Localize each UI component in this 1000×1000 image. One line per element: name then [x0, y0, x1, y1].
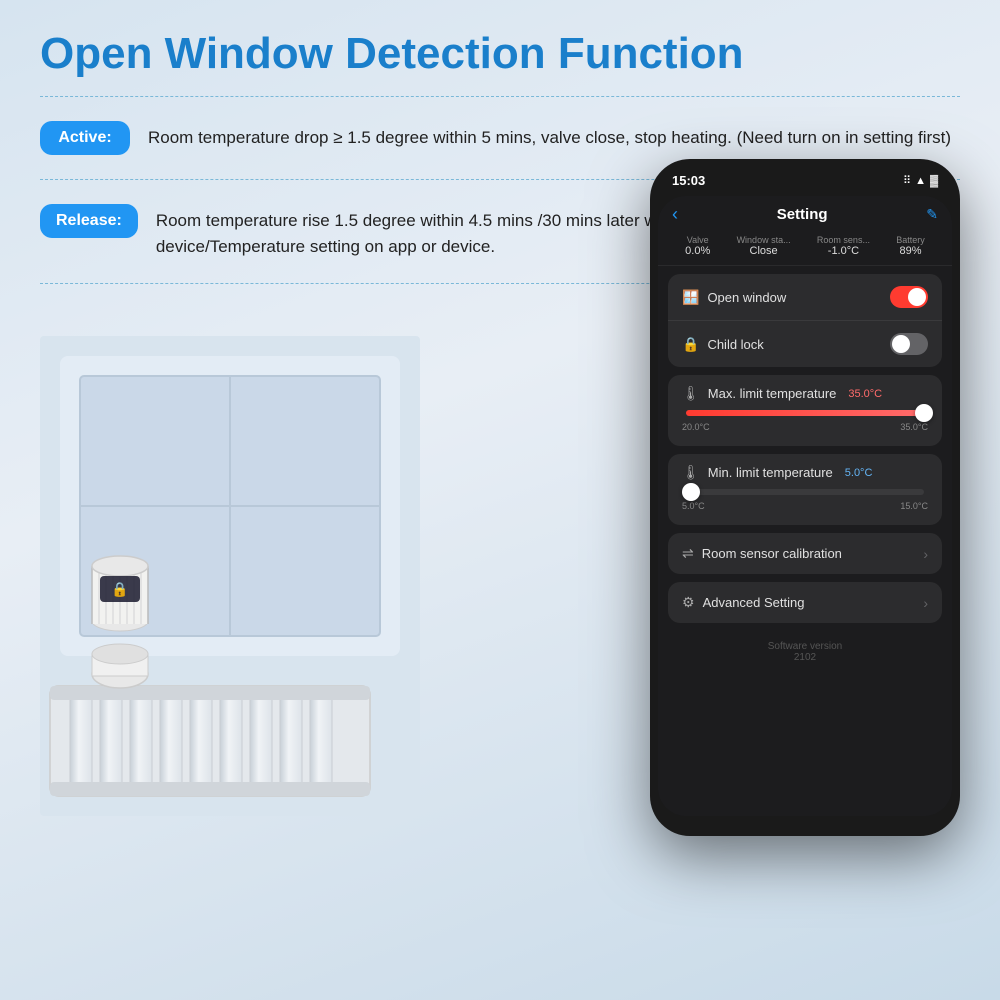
battery-status: Battery 89% — [896, 235, 925, 257]
room-sensor-value: -1.0°C — [817, 245, 870, 257]
window-icon: 🪟 — [682, 289, 699, 306]
track-bg-min — [686, 489, 924, 495]
max-max-label: 35.0°C — [900, 422, 928, 432]
phone-screen: ‹ Setting ✎ Valve 0.0% Window sta... — [658, 196, 952, 816]
toggle-knob-child — [892, 335, 910, 353]
min-max-label: 15.0°C — [900, 501, 928, 511]
slider-thumb-max[interactable] — [915, 404, 933, 422]
min-temp-header: 🌡 Min. limit temperature 5.0°C — [682, 464, 928, 481]
phone-mockup: 15:03 ⠿ ▲ ▓ ‹ Setting ✎ — [650, 159, 960, 836]
min-temp-label: Min. limit temperature — [708, 465, 833, 480]
page-container: Open Window Detection Function Active: R… — [0, 0, 1000, 1000]
advanced-section: ⚙ Advanced Setting › — [668, 582, 942, 623]
phone-body: 15:03 ⠿ ▲ ▓ ‹ Setting ✎ — [650, 159, 960, 836]
min-temp-value: 5.0°C — [845, 467, 873, 479]
max-range-labels: 20.0°C 35.0°C — [682, 422, 928, 432]
lock-icon: 🔒 — [682, 336, 699, 353]
max-temp-header: 🌡 Max. limit temperature 35.0°C — [682, 385, 928, 402]
max-temp-slider-section: 🌡 Max. limit temperature 35.0°C — [668, 375, 942, 446]
window-label: Window sta... — [737, 235, 791, 245]
valve-status: Valve 0.0% — [685, 235, 710, 257]
valve-label: Valve — [685, 235, 710, 245]
active-description: Room temperature drop ≥ 1.5 degree withi… — [148, 121, 951, 151]
phone-status-bar: 15:03 ⠿ ▲ ▓ — [658, 173, 952, 196]
open-window-row[interactable]: 🪟 Open window — [668, 274, 942, 321]
software-version-value: 2102 — [658, 652, 952, 663]
svg-text:🔒: 🔒 — [111, 581, 128, 598]
signal-icon: ⠿ — [903, 174, 911, 187]
child-lock-left: 🔒 Child lock — [682, 336, 764, 353]
slider-thumb-min[interactable] — [682, 483, 700, 501]
wifi-icon: ▲ — [915, 175, 926, 187]
room-sensor-status: Room sens... -1.0°C — [817, 235, 870, 257]
battery-value: 89% — [896, 245, 925, 257]
advanced-left: ⚙ Advanced Setting — [682, 594, 804, 611]
release-badge: Release: — [40, 204, 138, 238]
sensor-icon: ⇌ — [682, 545, 694, 562]
open-window-toggle[interactable] — [890, 286, 928, 308]
thermometer-min-icon: 🌡 — [682, 464, 700, 481]
slider-fill-max — [686, 410, 924, 416]
room-sensor-label: Room sens... — [817, 235, 870, 245]
open-window-left: 🪟 Open window — [682, 289, 786, 306]
lower-section: 🔒 15:03 ⠿ ▲ ▓ — [40, 296, 960, 856]
max-temp-track[interactable] — [686, 410, 924, 416]
room-sensor-left: ⇌ Room sensor calibration — [682, 545, 842, 562]
max-temp-section: 🌡 Max. limit temperature 35.0°C — [668, 375, 942, 446]
min-min-label: 5.0°C — [682, 501, 705, 511]
min-temp-slider-section: 🌡 Min. limit temperature 5.0°C — [668, 454, 942, 525]
phone-signal-icons: ⠿ ▲ ▓ — [903, 174, 938, 187]
max-min-label: 20.0°C — [682, 422, 710, 432]
min-temp-section: 🌡 Min. limit temperature 5.0°C — [668, 454, 942, 525]
battery-icon: ▓ — [930, 175, 938, 187]
toggle-knob — [908, 288, 926, 306]
settings-list: 🪟 Open window 🔒 — [658, 274, 952, 667]
gear-icon: ⚙ — [682, 594, 695, 611]
active-badge: Active: — [40, 121, 130, 155]
nav-bar: ‹ Setting ✎ — [672, 204, 938, 225]
back-button[interactable]: ‹ — [672, 204, 678, 225]
max-temp-label: Max. limit temperature — [708, 386, 837, 401]
radiator-illustration: 🔒 — [40, 336, 420, 816]
app-header: ‹ Setting ✎ Valve 0.0% Window sta... — [658, 196, 952, 266]
divider-top — [40, 96, 960, 97]
thermometer-max-icon: 🌡 — [682, 385, 700, 402]
edit-button[interactable]: ✎ — [926, 206, 938, 223]
chevron-advanced: › — [923, 595, 928, 611]
battery-label: Battery — [896, 235, 925, 245]
advanced-row[interactable]: ⚙ Advanced Setting › — [668, 582, 942, 623]
child-lock-label: Child lock — [707, 337, 763, 352]
open-window-label: Open window — [707, 290, 786, 305]
child-lock-row[interactable]: 🔒 Child lock — [668, 321, 942, 367]
room-sensor-row[interactable]: ⇌ Room sensor calibration › — [668, 533, 942, 574]
min-range-labels: 5.0°C 15.0°C — [682, 501, 928, 511]
max-temp-value: 35.0°C — [848, 388, 882, 400]
window-value: Close — [737, 245, 791, 257]
child-lock-toggle[interactable] — [890, 333, 928, 355]
phone-time: 15:03 — [672, 173, 705, 188]
valve-value: 0.0% — [685, 245, 710, 257]
device-status-row: Valve 0.0% Window sta... Close Room sens… — [672, 231, 938, 259]
advanced-label: Advanced Setting — [703, 595, 805, 610]
window-status: Window sta... Close — [737, 235, 791, 257]
window-lock-section: 🪟 Open window 🔒 — [668, 274, 942, 367]
software-version-section: Software version 2102 — [658, 631, 952, 667]
room-sensor-section: ⇌ Room sensor calibration › — [668, 533, 942, 574]
screen-title: Setting — [777, 206, 828, 223]
chevron-room-sensor: › — [923, 546, 928, 562]
software-version-label: Software version — [658, 641, 952, 652]
room-sensor-cal-label: Room sensor calibration — [702, 546, 842, 561]
page-title: Open Window Detection Function — [40, 30, 960, 78]
min-temp-track[interactable] — [686, 489, 924, 495]
